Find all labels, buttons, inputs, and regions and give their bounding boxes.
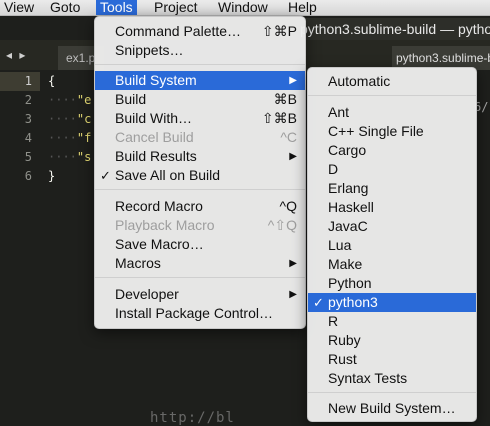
build-item-python3[interactable]: ✓ python3 (308, 293, 476, 312)
build-item-r[interactable]: R (308, 312, 476, 331)
menu-item-build[interactable]: Build ⌘B (95, 90, 305, 109)
chevron-right-icon: ▶ (289, 258, 297, 269)
menu-separator (308, 392, 476, 393)
line-number-gutter: 1 2 3 4 5 6 (0, 72, 40, 186)
menu-item-install-package-control[interactable]: Install Package Control… (95, 304, 305, 323)
checkmark-icon: ✓ (313, 295, 324, 310)
build-item-haskell[interactable]: Haskell (308, 198, 476, 217)
menu-item-command-palette[interactable]: Command Palette… ⇧⌘P (95, 22, 305, 41)
build-item-syntax-tests[interactable]: Syntax Tests (308, 369, 476, 388)
menu-separator (95, 189, 305, 190)
menu-goto[interactable]: Goto (46, 0, 84, 15)
menu-item-snippets[interactable]: Snippets… (95, 41, 305, 60)
tab-nav-arrows[interactable]: ◂ ▸ (6, 48, 27, 62)
menu-bar: View Goto Tools Project Window Help (0, 0, 490, 16)
chevron-right-icon: ▶ (289, 289, 297, 300)
menu-item-build-results[interactable]: Build Results ▶ (95, 147, 305, 166)
window-title: python3.sublime-build — python3 (300, 18, 490, 40)
menu-item-build-system[interactable]: Build System ▶ (95, 71, 305, 90)
bottom-url-text: http://bl (150, 410, 235, 426)
menu-separator (308, 95, 476, 96)
line-number: 4 (24, 131, 32, 145)
menu-item-cancel-build: Cancel Build ^C (115, 129, 297, 145)
build-item-javac[interactable]: JavaC (308, 217, 476, 236)
code-area[interactable]: { ····"e ····"c ····"f ····"s } (48, 72, 98, 186)
line-number: 3 (24, 112, 32, 126)
menu-view[interactable]: View (0, 0, 38, 15)
checkmark-icon: ✓ (100, 168, 111, 183)
build-item-rust[interactable]: Rust (308, 350, 476, 369)
menu-item-playback-macro: Playback Macro ^⇧Q (115, 217, 297, 233)
code-line: ····"c (48, 112, 92, 126)
build-item-new-build-system[interactable]: New Build System… (308, 399, 476, 418)
line-number: 5 (24, 150, 32, 164)
menu-project[interactable]: Project (150, 0, 202, 15)
code-line: ····"e (48, 93, 92, 107)
build-item-python[interactable]: Python (308, 274, 476, 293)
code-line: ····"f (48, 131, 92, 145)
build-item-erlang[interactable]: Erlang (308, 179, 476, 198)
build-item-ruby[interactable]: Ruby (308, 331, 476, 350)
line-number: 6 (24, 169, 32, 183)
build-item-make[interactable]: Make (308, 255, 476, 274)
chevron-right-icon: ▶ (289, 151, 297, 162)
build-system-submenu: Automatic Ant C++ Single File Cargo D Er… (307, 67, 477, 422)
code-line: { (48, 74, 56, 88)
build-item-d[interactable]: D (308, 160, 476, 179)
menu-item-record-macro[interactable]: Record Macro ^Q (95, 197, 305, 216)
menu-item-developer[interactable]: Developer ▶ (95, 285, 305, 304)
menu-separator (95, 277, 305, 278)
menu-item-save-macro[interactable]: Save Macro… (95, 235, 305, 254)
line-number: 1 (0, 72, 40, 91)
menu-item-save-all-on-build[interactable]: ✓ Save All on Build (95, 166, 305, 185)
build-item-automatic[interactable]: Automatic (308, 72, 476, 91)
chevron-right-icon: ▶ (289, 75, 297, 86)
menu-item-macros[interactable]: Macros ▶ (95, 254, 305, 273)
menu-help[interactable]: Help (284, 0, 321, 15)
line-number: 2 (24, 93, 32, 107)
build-item-cpp-single-file[interactable]: C++ Single File (308, 122, 476, 141)
tools-menu: Command Palette… ⇧⌘P Snippets… Build Sys… (94, 16, 306, 329)
menu-window[interactable]: Window (214, 0, 272, 15)
menu-item-build-with[interactable]: Build With… ⇧⌘B (95, 109, 305, 128)
menu-separator (95, 64, 305, 65)
build-item-cargo[interactable]: Cargo (308, 141, 476, 160)
code-line: ····"s (48, 150, 92, 164)
build-item-ant[interactable]: Ant (308, 103, 476, 122)
menu-tools[interactable]: Tools (96, 0, 137, 15)
build-item-lua[interactable]: Lua (308, 236, 476, 255)
code-line: } (48, 169, 56, 183)
